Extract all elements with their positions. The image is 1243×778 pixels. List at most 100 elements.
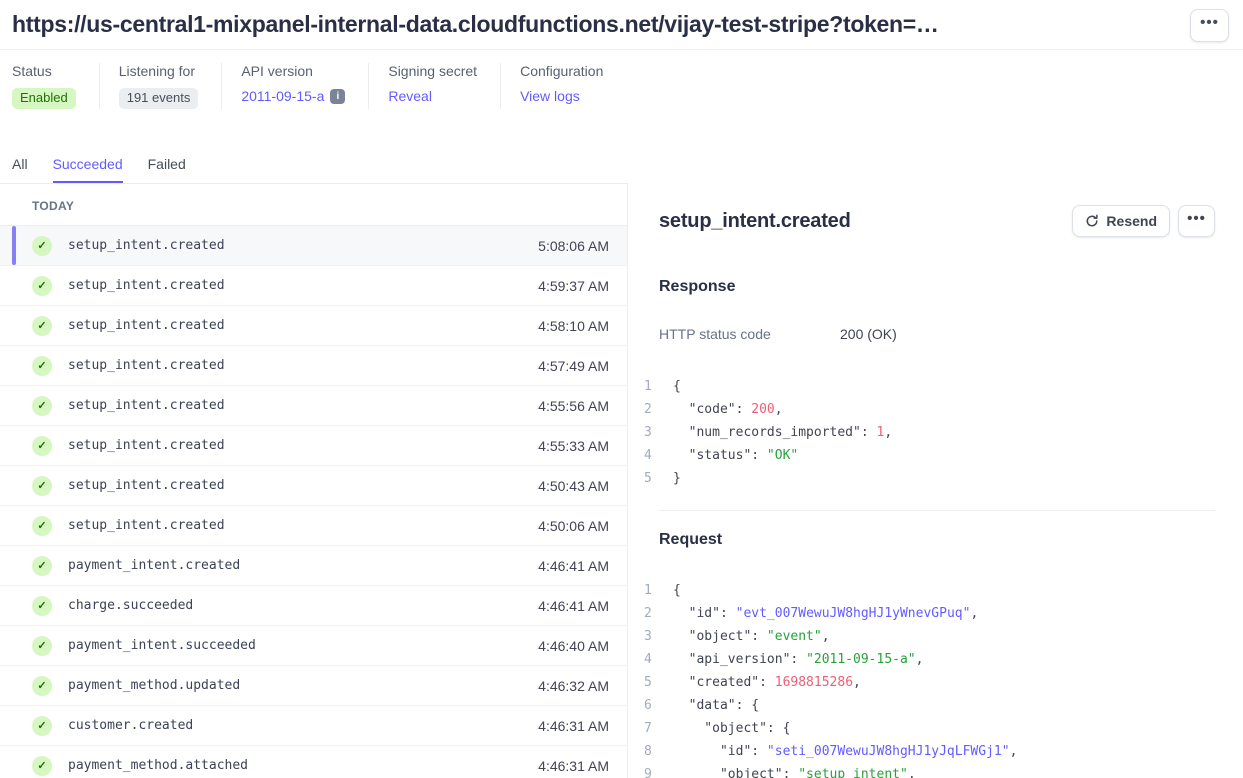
event-name: setup_intent.created: [68, 318, 538, 333]
code-token: "OK": [767, 448, 798, 463]
events-count-badge: 191 events: [119, 88, 199, 109]
code-token: ,: [884, 425, 892, 440]
code-text: "object": "event",: [673, 625, 830, 648]
event-row[interactable]: ✓setup_intent.created4:55:56 AM: [0, 386, 627, 426]
code-token: "object": {: [673, 721, 790, 736]
summary-label: API version: [241, 63, 345, 79]
event-row[interactable]: ✓setup_intent.created4:59:37 AM: [0, 266, 627, 306]
code-token: "num_records_imported":: [673, 425, 877, 440]
code-text: "code": 200,: [673, 398, 783, 421]
event-time: 4:46:41 AM: [538, 598, 609, 614]
code-line: 4 "status": "OK": [644, 444, 1215, 467]
response-heading: Response: [659, 278, 1215, 296]
info-icon[interactable]: i: [330, 89, 345, 104]
event-row[interactable]: ✓payment_intent.succeeded4:46:40 AM: [0, 626, 627, 666]
code-line: 2 "code": 200,: [644, 398, 1215, 421]
event-row[interactable]: ✓setup_intent.created5:08:06 AM: [0, 226, 627, 266]
check-icon: ✓: [32, 676, 52, 696]
refresh-icon: [1085, 214, 1099, 228]
resend-button[interactable]: Resend: [1072, 205, 1170, 237]
code-token: "object":: [673, 767, 798, 778]
code-token: {: [673, 379, 681, 394]
summary-col-listening-for: Listening for 191 events: [99, 63, 222, 109]
tab-succeeded[interactable]: Succeeded: [53, 156, 123, 183]
request-code-block: 1{2 "id": "evt_007WewuJW8hgHJ1yWnevGPuq"…: [644, 579, 1215, 778]
summary-col-api-version: API version 2011-09-15-a i: [221, 63, 368, 109]
event-name: customer.created: [68, 718, 538, 733]
detail-actions: Resend •••: [1072, 205, 1215, 237]
code-line: 9 "object": "setup_intent",: [644, 763, 1215, 778]
code-text: "num_records_imported": 1,: [673, 421, 892, 444]
check-icon: ✓: [32, 436, 52, 456]
line-number: 9: [644, 763, 660, 778]
line-number: 8: [644, 740, 660, 763]
event-row[interactable]: ✓customer.created4:46:31 AM: [0, 706, 627, 746]
event-name: setup_intent.created: [68, 238, 538, 253]
code-text: "id": "seti_007WewuJW8hgHJ1yJqLFWGj1",: [673, 740, 1017, 763]
status-badge: Enabled: [12, 88, 76, 109]
event-row[interactable]: ✓payment_method.attached4:46:31 AM: [0, 746, 627, 778]
event-time: 4:57:49 AM: [538, 358, 609, 374]
ellipsis-icon: •••: [1200, 15, 1219, 36]
check-icon: ✓: [32, 636, 52, 656]
event-filter-tabs: All Succeeded Failed: [0, 124, 1243, 183]
summary-value: View logs: [520, 88, 603, 104]
code-token: "api_version":: [673, 652, 806, 667]
event-row[interactable]: ✓setup_intent.created4:50:06 AM: [0, 506, 627, 546]
detail-more-button[interactable]: •••: [1178, 205, 1215, 237]
code-line: 7 "object": {: [644, 717, 1215, 740]
event-name: setup_intent.created: [68, 358, 538, 373]
event-time: 4:55:33 AM: [538, 438, 609, 454]
code-token: ,: [970, 606, 978, 621]
check-icon: ✓: [32, 556, 52, 576]
event-row[interactable]: ✓ setup_intent.created4:57:49 AM: [0, 346, 627, 386]
summary-value: Reveal: [388, 88, 477, 104]
code-line: 6 "data": {: [644, 694, 1215, 717]
line-number: 3: [644, 421, 660, 444]
code-text: {: [673, 375, 681, 398]
event-time: 4:46:31 AM: [538, 718, 609, 734]
event-name: payment_intent.succeeded: [68, 638, 538, 653]
line-number: 1: [644, 579, 660, 602]
event-name: payment_method.updated: [68, 678, 538, 693]
check-icon: ✓: [32, 596, 52, 616]
tab-failed[interactable]: Failed: [148, 156, 186, 183]
field-label: HTTP status code: [659, 326, 840, 342]
resend-label: Resend: [1106, 213, 1157, 229]
summary-bar: StatusEnabledListening for191 eventsAPI …: [0, 50, 1243, 124]
event-row[interactable]: ✓setup_intent.created4:50:43 AM: [0, 466, 627, 506]
endpoint-more-button[interactable]: •••: [1190, 9, 1229, 42]
code-token: 200: [751, 402, 774, 417]
2011-09-15-a-link[interactable]: 2011-09-15-a: [241, 88, 324, 104]
event-row[interactable]: ✓payment_intent.created4:46:41 AM: [0, 546, 627, 586]
line-number: 5: [644, 467, 660, 490]
event-row[interactable]: ✓payment_method.updated4:46:32 AM: [0, 666, 627, 706]
code-line: 4 "api_version": "2011-09-15-a",: [644, 648, 1215, 671]
view-logs-link[interactable]: View logs: [520, 88, 580, 104]
code-token: "code":: [673, 402, 751, 417]
check-icon: ✓: [32, 316, 52, 336]
tab-all[interactable]: All: [12, 156, 28, 183]
code-token: ,: [853, 675, 861, 690]
summary-label: Listening for: [119, 63, 199, 79]
event-row[interactable]: ✓charge.succeeded4:46:41 AM: [0, 586, 627, 626]
line-number: 4: [644, 648, 660, 671]
summary-value: 191 events: [119, 88, 199, 109]
check-icon: ✓: [32, 756, 52, 776]
event-time: 4:58:10 AM: [538, 318, 609, 334]
check-icon: ✓: [32, 516, 52, 536]
code-token: "status":: [673, 448, 767, 463]
code-token: "id":: [673, 744, 767, 759]
event-row[interactable]: ✓ setup_intent.created4:58:10 AM: [0, 306, 627, 346]
code-text: "object": {: [673, 717, 790, 740]
event-row[interactable]: ✓setup_intent.created4:55:33 AM: [0, 426, 627, 466]
page-header: https://us-central1-mixpanel-internal-da…: [0, 0, 1243, 50]
check-icon: ✓: [32, 356, 52, 376]
code-text: "data": {: [673, 694, 759, 717]
code-line: 3 "object": "event",: [644, 625, 1215, 648]
response-fields: HTTP status code200 (OK): [659, 326, 1215, 342]
reveal-link[interactable]: Reveal: [388, 88, 432, 104]
event-name: setup_intent.created: [68, 278, 538, 293]
code-line: 3 "num_records_imported": 1,: [644, 421, 1215, 444]
event-name: setup_intent.created: [68, 518, 538, 533]
